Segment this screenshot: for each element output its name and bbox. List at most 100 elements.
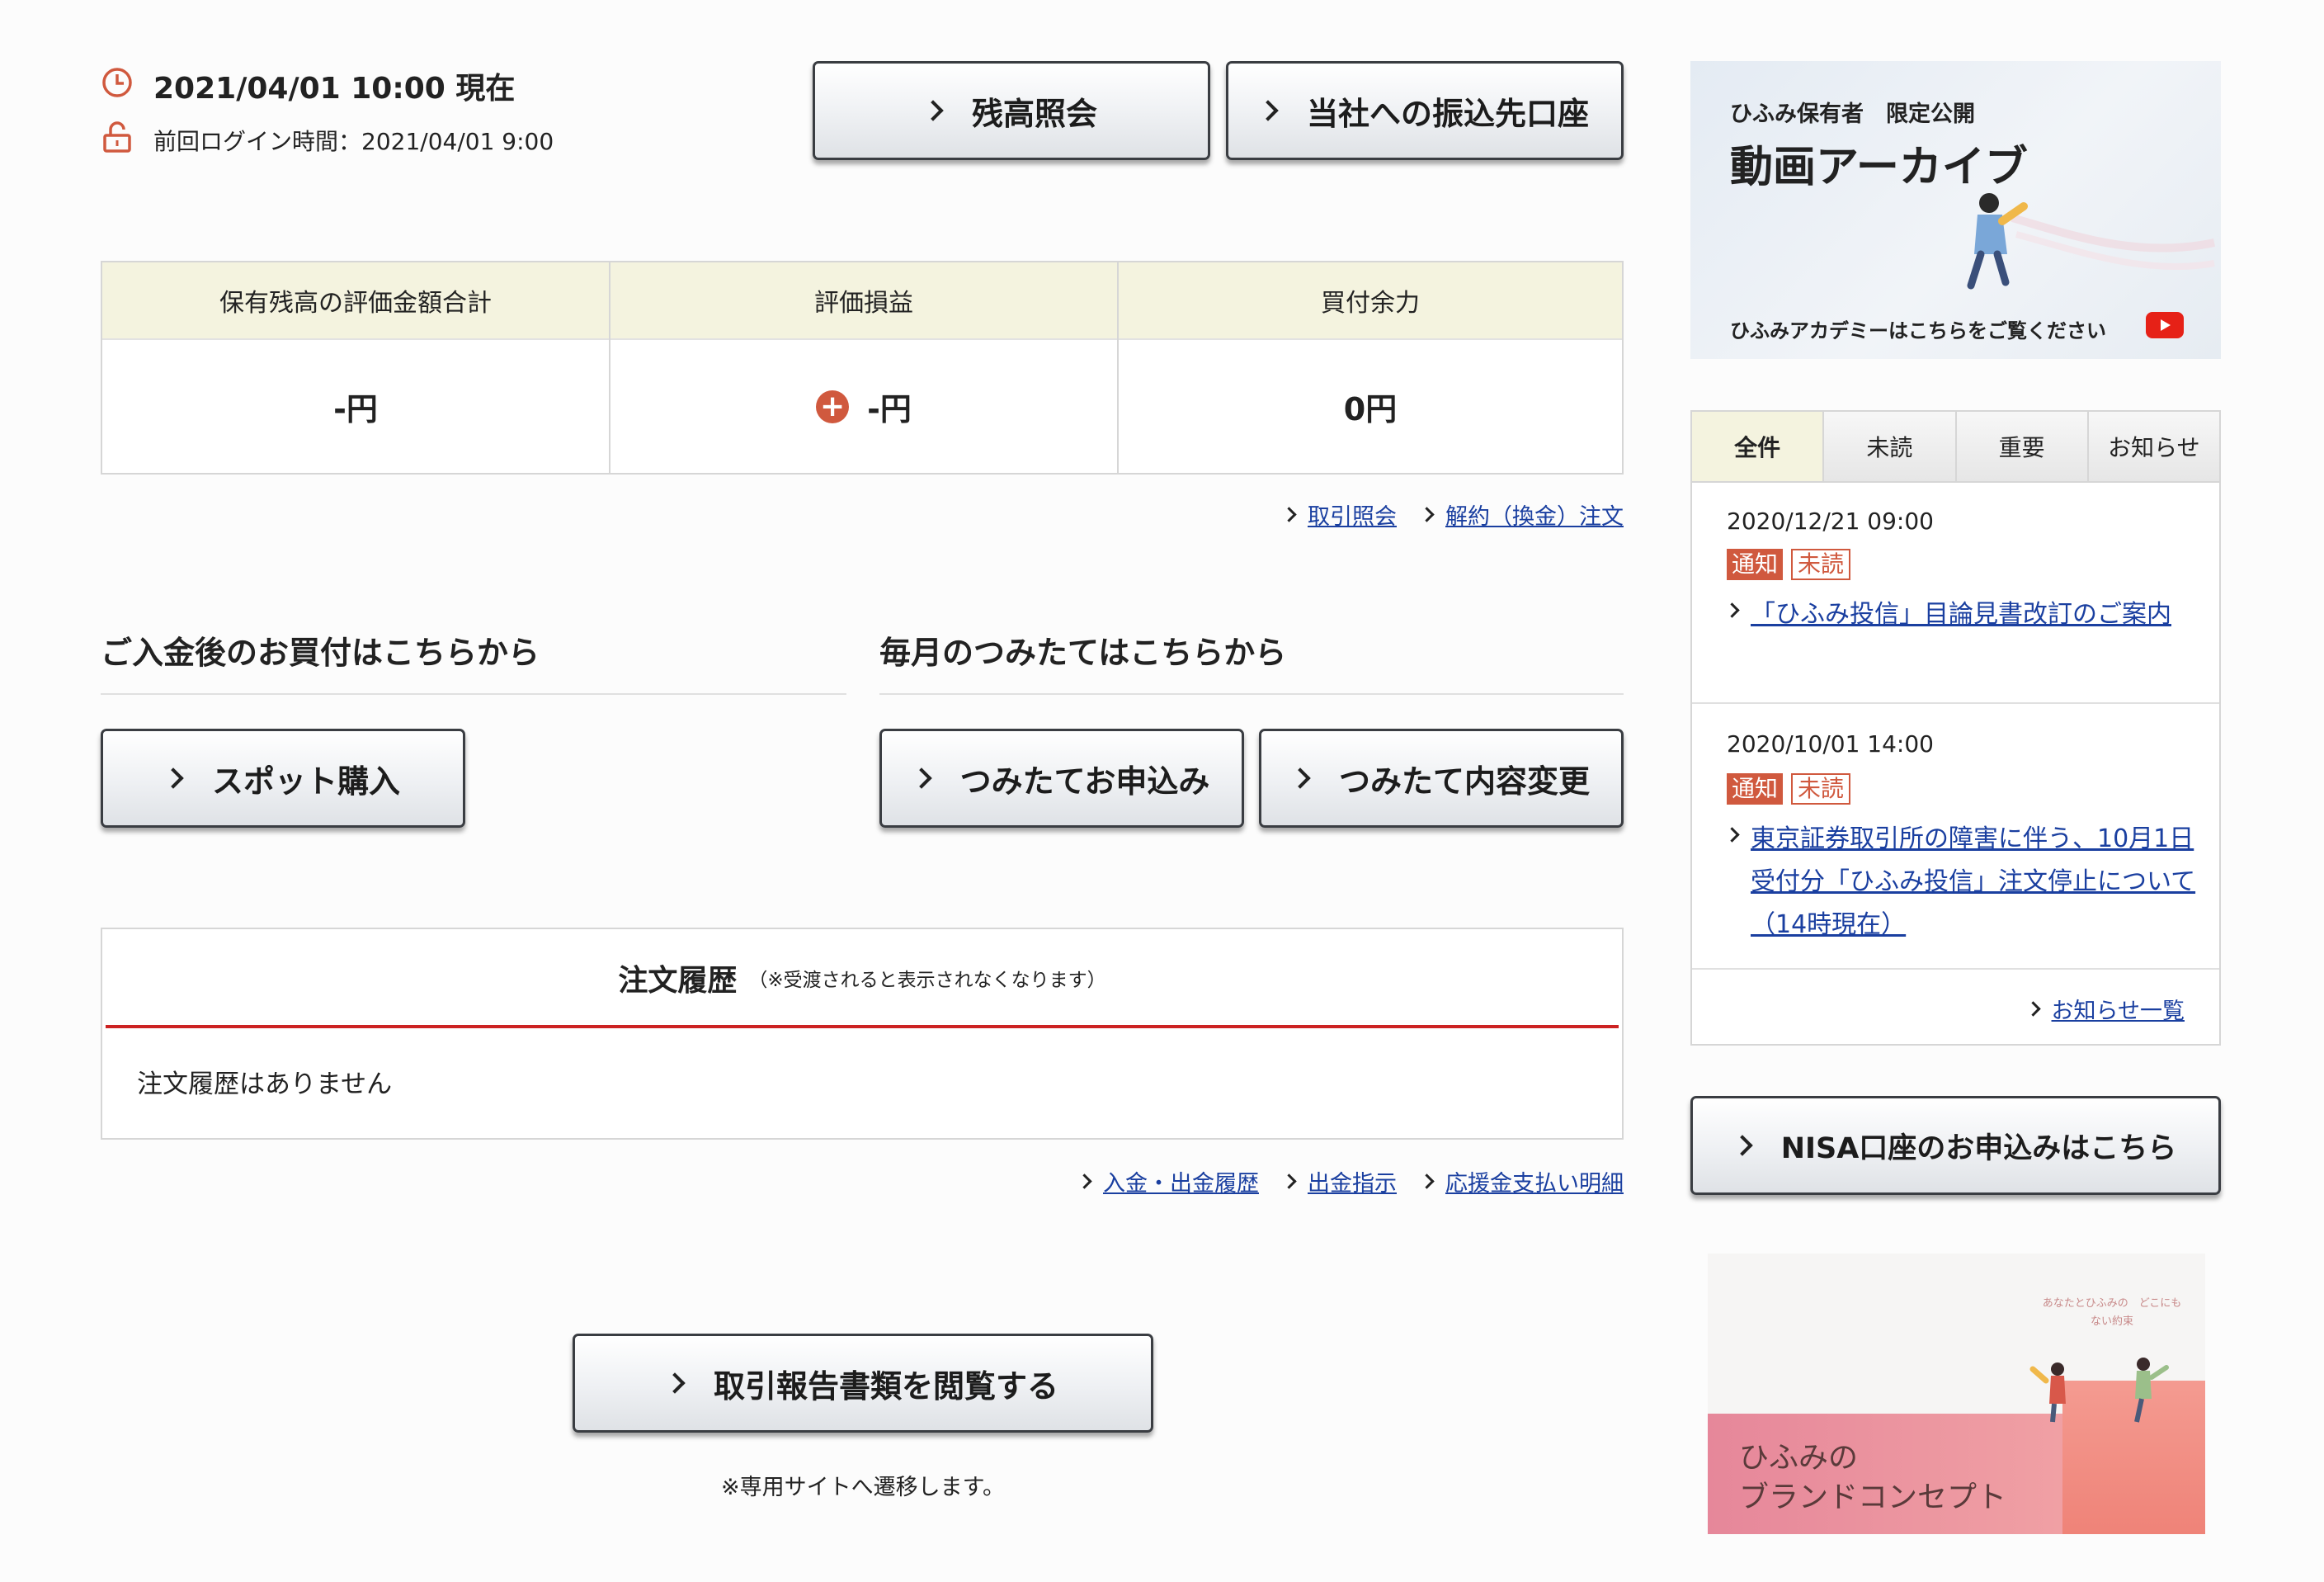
- withdrawal-instruction-link[interactable]: 出金指示: [1281, 1165, 1397, 1197]
- tab-all[interactable]: 全件: [1692, 412, 1825, 481]
- youtube-icon: [2146, 312, 2184, 338]
- chevron-right-icon: [163, 767, 184, 789]
- news-tabs: 全件 未読 重要 お知らせ: [1692, 412, 2219, 483]
- news-title[interactable]: 東京証券取引所の障害に伴う、10月1日受付分「ひふみ投信」注文停止について（14…: [1751, 818, 2197, 947]
- balance-inquiry-label: 残高照会: [971, 95, 1097, 132]
- view-trade-reports-button[interactable]: 取引報告書類を閲覧する: [573, 1334, 1153, 1433]
- news-tags: 通知 未読: [1727, 773, 1859, 805]
- chevron-right-icon: [1724, 602, 1740, 618]
- jumping-person-illustration: [1938, 185, 2218, 317]
- news-date: 2020/10/01 14:00: [1727, 730, 1934, 758]
- video-archive-banner[interactable]: ひふみ保有者 限定公開 動画アーカイブ ひふみアカデミーはこちらをご覧ください: [1690, 61, 2221, 359]
- transaction-inquiry-link[interactable]: 取引照会: [1281, 498, 1397, 531]
- news-list-link-text[interactable]: お知らせ一覧: [2052, 993, 2185, 1025]
- video-archive-footer: ひふみアカデミーはこちらをご覧ください: [1730, 319, 2106, 342]
- divider: [101, 693, 846, 695]
- chevron-right-icon: [1077, 1174, 1092, 1189]
- brand-small-text: あなたとひふみの どこにもない約束: [2042, 1297, 2182, 1328]
- plus-icon: +: [816, 390, 850, 423]
- transfer-account-label: 当社への振込先口座: [1306, 95, 1589, 132]
- divider: [609, 262, 610, 475]
- spot-purchase-label: スポット購入: [211, 763, 400, 800]
- transfer-account-button[interactable]: 当社への振込先口座: [1226, 61, 1624, 160]
- news-link[interactable]: 東京証券取引所の障害に伴う、10月1日受付分「ひふみ投信」注文停止について（14…: [1724, 818, 2197, 947]
- chevron-right-icon: [1257, 100, 1279, 121]
- divider: [106, 1025, 1619, 1028]
- chevron-right-icon: [2025, 1001, 2041, 1017]
- monthly-section-title: 毎月のつみたてはこちらから: [879, 635, 1287, 671]
- chevron-right-icon: [1281, 507, 1297, 522]
- chevron-right-icon: [1281, 1174, 1297, 1189]
- chevron-right-icon: [1731, 1135, 1753, 1156]
- news-panel: 全件 未読 重要 お知らせ 2020/12/21 09:00 通知 未読 「ひふみ…: [1690, 410, 2221, 1046]
- summary-value-valuation: -円: [333, 391, 378, 427]
- video-archive-subtitle: ひふみ保有者 限定公開: [1730, 102, 1975, 127]
- news-item: 2020/12/21 09:00 通知 未読 「ひふみ投信」目論見書改訂のご案内: [1692, 481, 2219, 704]
- report-note: ※専用サイトへ遷移します。: [721, 1475, 1005, 1500]
- brand-title-line1: ひふみの: [1739, 1441, 1859, 1475]
- chevron-right-icon: [664, 1372, 686, 1394]
- support-payment-statement-text[interactable]: 応援金支払い明細: [1445, 1165, 1624, 1197]
- chevron-right-icon: [1289, 767, 1311, 789]
- withdrawal-instruction-text[interactable]: 出金指示: [1308, 1165, 1397, 1197]
- brand-concept-banner[interactable]: あなたとひふみの どこにもない約束 ひふみの ブランドコンセプト: [1708, 1254, 2205, 1534]
- chevron-right-icon: [1419, 507, 1435, 522]
- notice-badge: 通知: [1727, 773, 1784, 805]
- chevron-right-icon: [1419, 1174, 1435, 1189]
- order-history-heading: 注文履歴 （※受渡されると表示されなくなります）: [102, 929, 1622, 1027]
- news-list-link-row: お知らせ一覧: [2003, 993, 2185, 1025]
- nisa-application-button[interactable]: NISA口座のお申込みはこちら: [1690, 1096, 2221, 1195]
- notice-badge: 通知: [1727, 549, 1784, 580]
- spot-purchase-button[interactable]: スポット購入: [101, 729, 465, 828]
- unread-badge: 未読: [1791, 773, 1851, 805]
- divider: [879, 693, 1624, 695]
- summary-links: 取引照会 解約（換金）注文: [1259, 498, 1624, 531]
- chevron-right-icon: [1724, 827, 1740, 843]
- summary-header-valuation: 保有残高の評価金額合計: [102, 262, 609, 340]
- holdings-summary-table: 保有残高の評価金額合計 評価損益 買付余力 -円 + -円 0円: [101, 261, 1624, 475]
- summary-value-profit-loss: -円: [867, 391, 912, 427]
- tab-unread[interactable]: 未読: [1824, 412, 1957, 481]
- tsumitate-apply-label: つみたてお申込み: [959, 763, 1210, 800]
- news-title[interactable]: 「ひふみ投信」目論見書改訂のご案内: [1751, 593, 2171, 636]
- clock-icon: [101, 66, 134, 99]
- summary-value-profit-loss-cell: + -円: [610, 338, 1117, 475]
- spot-section-title: ご入金後のお買付はこちらから: [101, 635, 540, 671]
- summary-header-buying-power: 買付余力: [1119, 262, 1622, 340]
- tab-notices[interactable]: お知らせ: [2088, 412, 2219, 481]
- chevron-right-icon: [922, 100, 944, 121]
- tsumitate-apply-button[interactable]: つみたてお申込み: [879, 729, 1244, 828]
- tab-important[interactable]: 重要: [1956, 412, 2089, 481]
- chevron-right-icon: [910, 767, 932, 789]
- last-login-time: 前回ログイン時間：2021/04/01 9:00: [153, 128, 554, 155]
- redemption-order-link-text[interactable]: 解約（換金）注文: [1445, 498, 1624, 531]
- view-trade-reports-label: 取引報告書類を閲覧する: [713, 1367, 1058, 1405]
- order-history-panel: 注文履歴 （※受渡されると表示されなくなります） 注文履歴はありません: [101, 928, 1624, 1140]
- summary-value-buying-power: 0円: [1343, 391, 1398, 427]
- order-history-title: 注文履歴: [618, 964, 738, 998]
- balance-inquiry-button[interactable]: 残高照会: [813, 61, 1210, 160]
- divider: [1117, 262, 1119, 475]
- news-list-link[interactable]: お知らせ一覧: [2025, 993, 2185, 1025]
- news-link[interactable]: 「ひふみ投信」目論見書改訂のご案内: [1724, 593, 2197, 636]
- transaction-inquiry-link-text[interactable]: 取引照会: [1308, 498, 1397, 531]
- nisa-application-label: NISA口座のお申込みはこちら: [1780, 1131, 2177, 1165]
- deposit-withdrawal-history-text[interactable]: 入金・出金履歴: [1103, 1165, 1259, 1197]
- figures-illustration: [2021, 1353, 2186, 1452]
- support-payment-statement-link[interactable]: 応援金支払い明細: [1419, 1165, 1624, 1197]
- account-links: 入金・出金履歴 出金指示 応援金支払い明細: [1054, 1165, 1624, 1197]
- unread-badge: 未読: [1791, 549, 1851, 580]
- current-datetime: 2021/04/01 10:00 現在: [153, 72, 516, 106]
- summary-header-profit-loss: 評価損益: [610, 262, 1117, 340]
- tsumitate-change-button[interactable]: つみたて内容変更: [1259, 729, 1624, 828]
- tsumitate-change-label: つみたて内容変更: [1338, 763, 1590, 800]
- news-date: 2020/12/21 09:00: [1727, 508, 1934, 535]
- news-tags: 通知 未読: [1727, 549, 1859, 580]
- order-history-note: （※受渡されると表示されなくなります）: [748, 970, 1106, 991]
- order-history-empty: 注文履歴はありません: [137, 1070, 393, 1099]
- unlock-icon: [101, 120, 134, 153]
- brand-title-line2: ブランドコンセプト: [1739, 1480, 2007, 1514]
- news-item: 2020/10/01 14:00 通知 未読 東京証券取引所の障害に伴う、10月1…: [1692, 706, 2219, 970]
- redemption-order-link[interactable]: 解約（換金）注文: [1419, 498, 1624, 531]
- deposit-withdrawal-history-link[interactable]: 入金・出金履歴: [1077, 1165, 1259, 1197]
